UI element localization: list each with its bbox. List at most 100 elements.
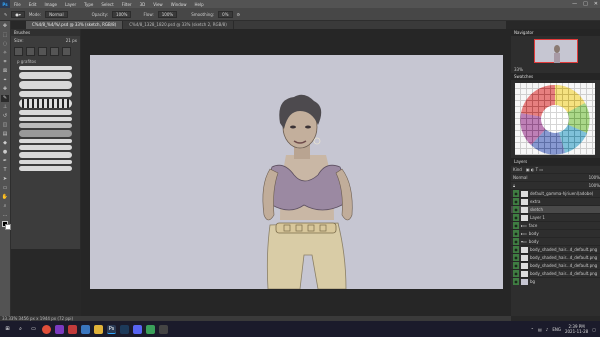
- eye-icon[interactable]: ◉: [513, 206, 519, 213]
- menu-file[interactable]: File: [10, 2, 25, 7]
- dodge-tool-icon[interactable]: ●: [1, 149, 9, 156]
- pen-tool-icon[interactable]: ✒: [1, 158, 9, 165]
- menu-layer[interactable]: Layer: [61, 2, 80, 7]
- layer-row[interactable]: ◉ ▾▭ body: [511, 237, 600, 245]
- app-icon[interactable]: [146, 324, 155, 334]
- layer-row[interactable]: ◉ body_shaded_hair...d_default.png: [511, 253, 600, 261]
- eye-icon[interactable]: ◉: [513, 270, 519, 277]
- brush-stroke-preview[interactable]: [19, 160, 72, 164]
- discord-icon[interactable]: [133, 324, 142, 334]
- brush-stroke-preview[interactable]: [19, 66, 72, 70]
- brush-stroke-preview[interactable]: [19, 99, 72, 108]
- brush-stroke-preview[interactable]: [19, 117, 72, 121]
- folder-icon[interactable]: [94, 324, 103, 334]
- brush-stroke-preview[interactable]: [19, 91, 72, 97]
- brush-thumbnail[interactable]: [62, 47, 71, 56]
- eye-icon[interactable]: ◉: [513, 262, 519, 269]
- tray-arrow-icon[interactable]: ⌃: [531, 327, 534, 332]
- layer-filter-icons[interactable]: ▣ ◐ T ▭: [526, 167, 543, 172]
- smoothing-field[interactable]: 0%: [218, 10, 233, 18]
- color-wheel-swatches[interactable]: [515, 83, 595, 155]
- document-canvas[interactable]: [90, 55, 503, 290]
- zoom-tool-icon[interactable]: ⌕: [1, 203, 9, 210]
- brush-thumbnail[interactable]: [50, 47, 59, 56]
- store-icon[interactable]: [81, 324, 90, 334]
- layer-row[interactable]: ◉ default_gamma-hjriuenl(adobe): [511, 189, 600, 197]
- brush-stroke-preview[interactable]: [19, 139, 72, 143]
- photoshop-taskbar-icon[interactable]: Ps: [107, 324, 116, 334]
- layer-row[interactable]: ◉ extra: [511, 197, 600, 205]
- quick-select-tool-icon[interactable]: ✧: [1, 50, 9, 57]
- language-indicator[interactable]: ENG: [552, 327, 561, 332]
- history-brush-icon[interactable]: ↺: [1, 113, 9, 120]
- task-view-icon[interactable]: ▭: [29, 325, 38, 334]
- menu-type[interactable]: Type: [80, 2, 97, 7]
- layer-row[interactable]: ◉ body_shaded_hair...d_default.png: [511, 245, 600, 253]
- eye-icon[interactable]: ◉: [513, 190, 519, 197]
- brush-thumbnail[interactable]: [14, 47, 23, 56]
- layer-kind-filter[interactable]: Kind: [513, 167, 522, 172]
- settings-gear-icon[interactable]: ⚙: [237, 12, 241, 17]
- brush-stroke-preview[interactable]: [19, 110, 72, 115]
- windows-start-icon[interactable]: ⊞: [3, 325, 12, 334]
- brush-stroke-preview[interactable]: [19, 130, 72, 137]
- eye-icon[interactable]: ◉: [513, 238, 519, 245]
- brush-preset-picker[interactable]: ●▾: [11, 10, 25, 18]
- brush-stroke-preview[interactable]: [19, 72, 72, 79]
- crop-tool-icon[interactable]: ⌗: [1, 59, 9, 66]
- eye-icon[interactable]: ◉: [513, 246, 519, 253]
- maximize-button[interactable]: □: [583, 1, 588, 7]
- frame-tool-icon[interactable]: ⊠: [1, 68, 9, 75]
- shape-tool-icon[interactable]: ▭: [1, 185, 9, 192]
- eye-icon[interactable]: ◉: [513, 222, 519, 229]
- tab-document-2[interactable]: C%4/8_1328_1820.psd @ 33% (sketch 2, RGB…: [123, 21, 234, 29]
- menu-image[interactable]: Image: [40, 2, 61, 7]
- close-button[interactable]: ✕: [594, 1, 598, 7]
- mode-select[interactable]: Normal: [45, 10, 68, 18]
- layer-row[interactable]: ◉ bg: [511, 277, 600, 285]
- media-icon[interactable]: [55, 324, 64, 334]
- brush-tool-icon[interactable]: ✎: [4, 12, 7, 17]
- hand-tool-icon[interactable]: ✋: [1, 194, 9, 201]
- brush-group-name[interactable]: p grafitos: [11, 58, 80, 65]
- brush-stroke-preview[interactable]: [19, 81, 72, 89]
- lasso-tool-icon[interactable]: ◌: [1, 41, 9, 48]
- brush-stroke-preview[interactable]: [19, 145, 72, 150]
- blur-tool-icon[interactable]: ◆: [1, 140, 9, 147]
- lock-icon[interactable]: 🔒︎: [513, 183, 515, 188]
- menu-help[interactable]: Help: [190, 2, 207, 7]
- chrome-icon[interactable]: [42, 324, 51, 334]
- eye-icon[interactable]: ◉: [513, 278, 519, 285]
- eye-icon[interactable]: ◉: [513, 230, 519, 237]
- search-icon[interactable]: ⌕: [16, 325, 25, 334]
- opacity-field[interactable]: 100%: [112, 10, 132, 18]
- volume-icon[interactable]: ♪: [546, 327, 549, 332]
- eyedropper-tool-icon[interactable]: ⌖: [1, 77, 9, 84]
- layer-blend-mode[interactable]: Normal: [513, 175, 527, 180]
- minimize-button[interactable]: —: [572, 1, 577, 7]
- brush-size-value[interactable]: 21 px: [66, 38, 77, 43]
- layer-row[interactable]: ◉ body_shaded_hair...d_default.png: [511, 261, 600, 269]
- type-tool-icon[interactable]: T: [1, 167, 9, 174]
- stamp-tool-icon[interactable]: ⊥: [1, 104, 9, 111]
- brush-thumbnail[interactable]: [26, 47, 35, 56]
- menu-3d[interactable]: 3D: [136, 2, 150, 7]
- healing-tool-icon[interactable]: ✚: [1, 86, 9, 93]
- network-icon[interactable]: ▤: [538, 327, 542, 332]
- more-tools-icon[interactable]: …: [1, 212, 9, 219]
- eye-icon[interactable]: ◉: [513, 254, 519, 261]
- menu-select[interactable]: Select: [97, 2, 117, 7]
- eye-icon[interactable]: ◉: [513, 198, 519, 205]
- layer-row[interactable]: ◉ ▸▭ body: [511, 229, 600, 237]
- layer-fill[interactable]: 100%: [589, 183, 600, 188]
- brush-tool-icon[interactable]: ✎: [1, 95, 9, 102]
- navigator-zoom-value[interactable]: 33%: [511, 66, 600, 73]
- path-select-tool-icon[interactable]: ➤: [1, 176, 9, 183]
- flow-field[interactable]: 100%: [157, 10, 178, 18]
- menu-view[interactable]: View: [149, 2, 167, 7]
- brush-stroke-preview[interactable]: [19, 166, 72, 171]
- layer-row[interactable]: ◉ body_shaded_hair...d_default.png: [511, 269, 600, 277]
- navigator-thumbnail[interactable]: [533, 39, 578, 63]
- layer-row[interactable]: ◉ Layer 1: [511, 213, 600, 221]
- steam-icon[interactable]: [120, 324, 129, 334]
